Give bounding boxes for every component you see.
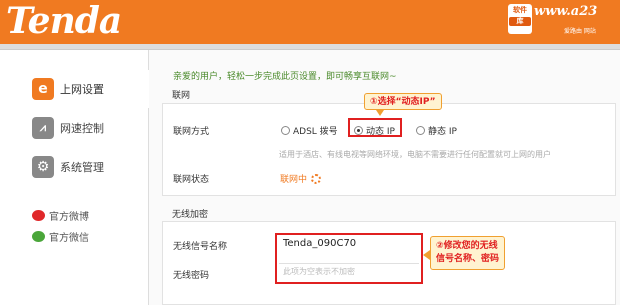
tenda-logo: Tenda [6,0,122,42]
option-adsl-label: ADSL 拨号 [293,127,338,137]
e-icon: e [32,78,54,100]
radio-icon[interactable] [281,126,290,135]
callout-arrow-2 [423,250,430,260]
callout-arrow [376,110,384,116]
section-title-internet: 联网 [172,91,191,101]
status-label: 联网状态 [173,175,210,185]
loading-spinner-icon [311,174,322,184]
radio-icon[interactable] [416,126,425,135]
callout-select-dynamic: ①选择“动态IP” [364,93,442,110]
welcome-text: 亲爱的用户，轻松一步完成此页设置，即可畅享互联网~ [173,72,397,82]
callout-line1: ②修改您的无线 [436,241,498,251]
gear-icon: ⚙ [32,156,54,178]
watermark-sub: 爱路由 网站 [564,28,596,35]
sidebar-item-label: 上网设置 [60,83,104,96]
section-title-wireless: 无线加密 [172,210,209,220]
ssid-input[interactable]: Tenda_090C70 [279,236,419,254]
option-static-ip[interactable]: 静态 IP [416,124,457,137]
wechat-icon [32,231,45,242]
callout-modify-wireless: ②修改您的无线 信号名称、密码 [430,236,506,270]
password-input[interactable]: 此项为空表示不加密 [279,263,419,281]
sidebar-item-label: 网速控制 [60,122,104,135]
option-static-label: 静态 IP [428,127,457,137]
callout-line2: 信号名称、密码 [436,254,500,264]
watermark: 软件 库 www.a23 爱路由 网站 [506,2,616,40]
sidebar-item-internet[interactable]: e 上网设置 [0,70,149,108]
mode-hint: 适用于酒店、有线电视等网络环境，电脑不需要进行任何配置就可上网的用户 [279,150,551,159]
status-value: 联网中 [280,172,322,185]
highlight-dynamic-ip [348,118,402,137]
sidebar-item-system[interactable]: ⚙ 系统管理 [0,148,149,186]
status-text: 联网中 [280,175,308,185]
mode-label: 联网方式 [173,127,210,137]
sidebar-item-label: 系统管理 [60,161,104,174]
internet-panel: 联网方式 ADSL 拨号 动态 IP 静态 IP 适用于酒店、有线电视等网络环境… [162,103,616,196]
watermark-badge: 软件 库 [508,4,532,34]
password-label: 无线密码 [173,271,210,281]
wechat-link[interactable]: 官方微信 [32,229,89,244]
option-adsl[interactable]: ADSL 拨号 [281,124,338,137]
sidebar: e 上网设置 ⩘ 网速控制 ⚙ 系统管理 官方微博 官方微信 [0,50,149,305]
main-content: 亲爱的用户，轻松一步完成此页设置，即可畅享互联网~ 联网 联网方式 ADSL 拨… [150,50,620,305]
sidebar-item-speed[interactable]: ⩘ 网速控制 [0,109,149,147]
header-bar: Tenda 软件 库 www.a23 爱路由 网站 [0,0,620,44]
wechat-label: 官方微信 [49,233,89,244]
weibo-icon [32,210,45,221]
watermark-site: www.a23 [534,4,598,19]
ssid-label: 无线信号名称 [173,242,228,252]
weibo-label: 官方微博 [49,212,89,223]
speed-icon: ⩘ [32,117,54,139]
weibo-link[interactable]: 官方微博 [32,208,89,223]
